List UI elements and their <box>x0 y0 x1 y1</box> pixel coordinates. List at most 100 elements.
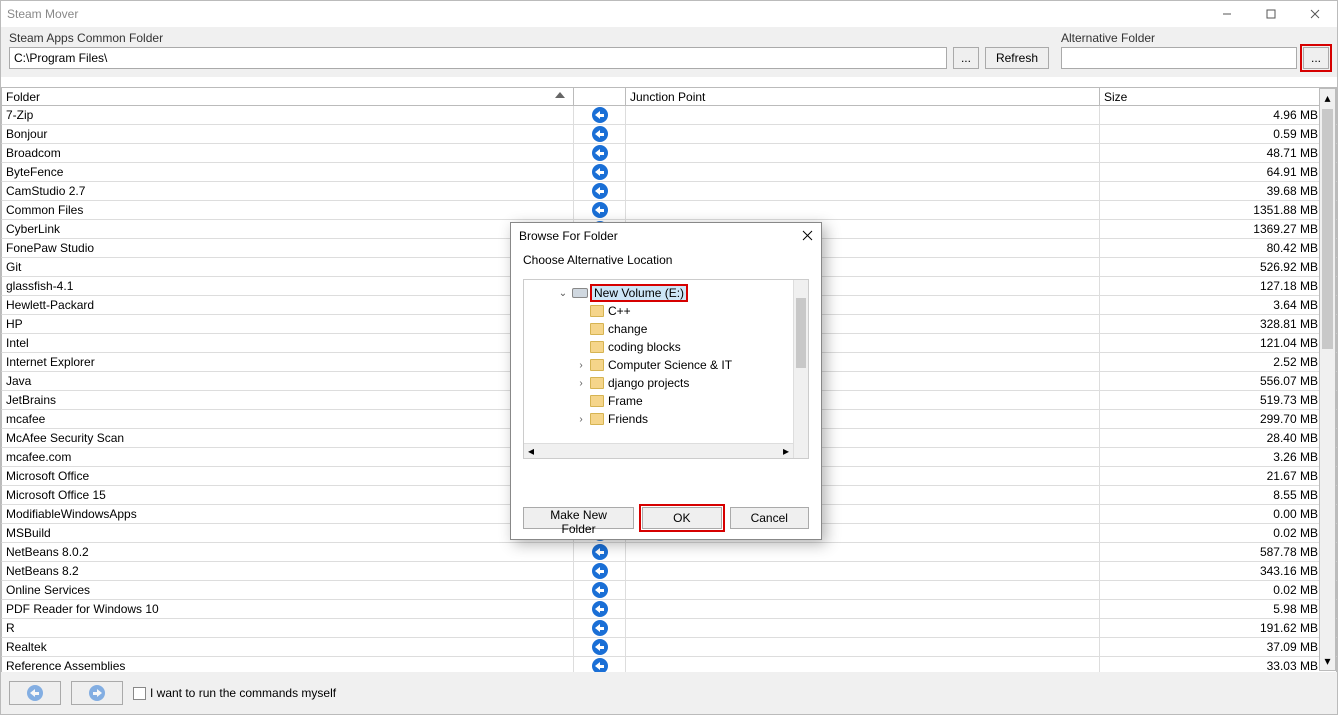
alt-folder-label: Alternative Folder <box>1061 31 1329 45</box>
table-row[interactable]: NetBeans 8.0.2587.78 MB <box>1 543 1337 562</box>
ok-button[interactable]: OK <box>642 507 721 529</box>
alt-path-input[interactable] <box>1061 47 1297 69</box>
checkbox-label: I want to run the commands myself <box>150 686 336 700</box>
folder-name: CamStudio 2.7 <box>2 182 574 200</box>
table-row[interactable]: Realtek37.09 MB <box>1 638 1337 657</box>
browse-alt-button[interactable]: ... <box>1303 47 1329 69</box>
arrow-left-icon <box>592 582 608 598</box>
titlebar: Steam Mover <box>1 1 1337 27</box>
junction-cell <box>626 144 1100 162</box>
table-row[interactable]: Common Files1351.88 MB <box>1 201 1337 220</box>
tree-item[interactable]: ›Computer Science & IT <box>524 356 793 374</box>
direction-cell <box>574 201 626 219</box>
table-row[interactable]: Bonjour0.59 MB <box>1 125 1337 144</box>
folder-icon <box>590 341 604 353</box>
arrow-left-icon <box>592 544 608 560</box>
move-right-button[interactable] <box>71 681 123 705</box>
scroll-thumb[interactable] <box>1322 109 1333 349</box>
folder-name: FonePaw Studio <box>2 239 574 257</box>
tree-label: Computer Science & IT <box>608 358 732 372</box>
browse-source-button[interactable]: ... <box>953 47 979 69</box>
junction-cell <box>626 163 1100 181</box>
direction-cell <box>574 543 626 561</box>
folder-name: Broadcom <box>2 144 574 162</box>
checkbox-icon <box>133 687 146 700</box>
tree-scroll-thumb[interactable] <box>796 298 806 368</box>
col-junction[interactable]: Junction Point <box>626 88 1100 106</box>
size-cell: 37.09 MB <box>1100 638 1322 656</box>
table-row[interactable]: 7-Zip4.96 MB <box>1 106 1337 125</box>
tree-item[interactable]: coding blocks <box>524 338 793 356</box>
maximize-button[interactable] <box>1249 1 1293 27</box>
vertical-scrollbar[interactable]: ▴ ▾ <box>1319 88 1336 671</box>
tree-item[interactable]: ›Friends <box>524 410 793 428</box>
tree-label: C++ <box>608 304 631 318</box>
junction-cell <box>626 600 1100 618</box>
tree-item[interactable]: change <box>524 320 793 338</box>
tree-item[interactable]: ›django projects <box>524 374 793 392</box>
tree-label: New Volume (E:) <box>592 286 686 300</box>
size-cell: 526.92 MB <box>1100 258 1322 276</box>
direction-cell <box>574 163 626 181</box>
folder-name: HP <box>2 315 574 333</box>
tree-label: django projects <box>608 376 689 390</box>
run-myself-checkbox[interactable]: I want to run the commands myself <box>133 686 336 700</box>
table-row[interactable]: Reference Assemblies33.03 MB <box>1 657 1337 672</box>
tree-vscroll[interactable] <box>793 280 808 458</box>
table-row[interactable]: PDF Reader for Windows 105.98 MB <box>1 600 1337 619</box>
tree-item[interactable]: Frame <box>524 392 793 410</box>
size-cell: 2.52 MB <box>1100 353 1322 371</box>
tree-item-drive[interactable]: ⌄New Volume (E:) <box>524 284 793 302</box>
size-cell: 121.04 MB <box>1100 334 1322 352</box>
scroll-up-icon[interactable]: ▴ <box>1320 89 1335 107</box>
table-row[interactable]: ByteFence64.91 MB <box>1 163 1337 182</box>
footer: I want to run the commands myself <box>1 672 1337 714</box>
dialog-close-button[interactable] <box>802 228 813 244</box>
source-folder-label: Steam Apps Common Folder <box>9 31 1049 45</box>
folder-name: Microsoft Office <box>2 467 574 485</box>
table-row[interactable]: Broadcom48.71 MB <box>1 144 1337 163</box>
size-cell: 1351.88 MB <box>1100 201 1322 219</box>
hscroll-left-icon[interactable]: ◂ <box>524 444 538 458</box>
size-cell: 0.02 MB <box>1100 581 1322 599</box>
scroll-down-icon[interactable]: ▾ <box>1320 652 1335 670</box>
tree-item[interactable]: C++ <box>524 302 793 320</box>
col-size[interactable]: Size <box>1100 88 1322 106</box>
folder-icon <box>590 413 604 425</box>
cancel-button[interactable]: Cancel <box>730 507 809 529</box>
folder-icon <box>590 359 604 371</box>
arrow-left-icon <box>592 145 608 161</box>
direction-cell <box>574 144 626 162</box>
size-cell: 299.70 MB <box>1100 410 1322 428</box>
minimize-button[interactable] <box>1205 1 1249 27</box>
size-cell: 28.40 MB <box>1100 429 1322 447</box>
arrow-left-icon <box>592 107 608 123</box>
toolbar: Steam Apps Common Folder ... Refresh Alt… <box>1 27 1337 77</box>
tree-hscroll[interactable]: ◂ ▸ <box>524 443 793 458</box>
arrow-right-icon <box>89 685 105 701</box>
col-arrow[interactable] <box>574 88 626 106</box>
folder-name: Bonjour <box>2 125 574 143</box>
junction-cell <box>626 657 1100 672</box>
source-path-input[interactable] <box>9 47 947 69</box>
size-cell: 80.42 MB <box>1100 239 1322 257</box>
folder-name: glassfish-4.1 <box>2 277 574 295</box>
table-row[interactable]: Online Services0.02 MB <box>1 581 1337 600</box>
junction-cell <box>626 182 1100 200</box>
close-button[interactable] <box>1293 1 1337 27</box>
folder-name: McAfee Security Scan <box>2 429 574 447</box>
folder-name: Git <box>2 258 574 276</box>
hscroll-right-icon[interactable]: ▸ <box>779 444 793 458</box>
make-new-folder-button[interactable]: Make New Folder <box>523 507 634 529</box>
arrow-left-icon <box>592 202 608 218</box>
direction-cell <box>574 106 626 124</box>
col-folder[interactable]: Folder <box>2 88 574 106</box>
junction-cell <box>626 125 1100 143</box>
table-row[interactable]: R191.62 MB <box>1 619 1337 638</box>
table-row[interactable]: NetBeans 8.2343.16 MB <box>1 562 1337 581</box>
folder-name: ByteFence <box>2 163 574 181</box>
table-row[interactable]: CamStudio 2.739.68 MB <box>1 182 1337 201</box>
refresh-button[interactable]: Refresh <box>985 47 1049 69</box>
junction-cell <box>626 619 1100 637</box>
move-left-button[interactable] <box>9 681 61 705</box>
